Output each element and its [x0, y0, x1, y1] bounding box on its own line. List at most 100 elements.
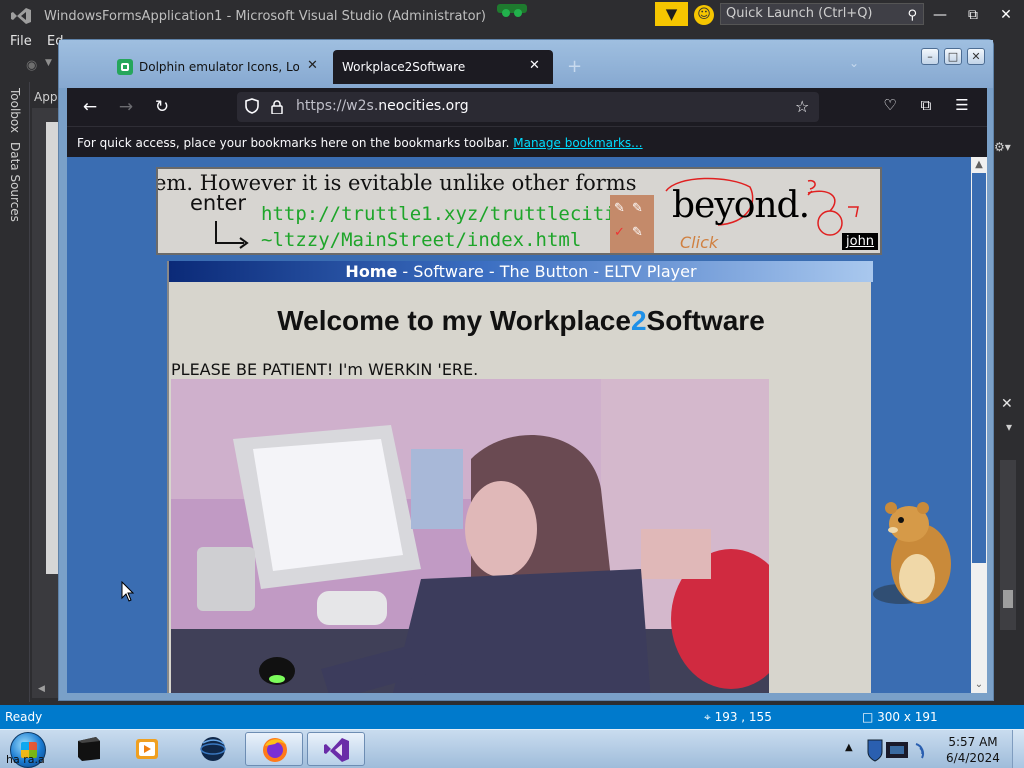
bookmarks-toolbar: For quick access, place your bookmarks h…: [67, 126, 987, 157]
black-window-app-icon: [78, 737, 100, 761]
tracking-protection-shield-icon[interactable]: [245, 98, 259, 114]
nav-the-button-link[interactable]: The Button: [500, 262, 588, 281]
taskbar-item-dark-globe-app[interactable]: [184, 732, 242, 766]
banner-arrow-icon: [215, 221, 249, 249]
brush-icon: ✎: [632, 201, 643, 216]
forward-button-icon[interactable]: →: [115, 96, 137, 118]
show-desktop-button[interactable]: [1012, 730, 1024, 768]
media-player-icon: [136, 739, 158, 759]
taskbar-item-black-window-app[interactable]: [60, 732, 118, 766]
tab-close-icon[interactable]: ✕: [529, 58, 540, 73]
reload-button-icon[interactable]: ↻: [151, 96, 173, 118]
ff-minimize-button[interactable]: –: [921, 48, 939, 65]
webcam-photo: [171, 379, 769, 693]
filter-feedback-icon[interactable]: ▼: [655, 2, 688, 26]
back-button-icon[interactable]: ←: [79, 96, 101, 118]
pen-icon: ✎: [614, 201, 625, 216]
page-viewport: em. However it is evitable unlike other …: [67, 157, 971, 693]
taskbar-item-media-player[interactable]: [120, 732, 178, 766]
taskbar-item-visual-studio[interactable]: [307, 732, 365, 766]
lock-icon[interactable]: [271, 100, 283, 114]
vs-status-bar: Ready ⌖ 193 , 155 □ 300 x 191: [0, 705, 1024, 729]
menu-file[interactable]: File: [10, 34, 32, 49]
page-scrollbar[interactable]: ▲ ⌄: [971, 157, 987, 693]
status-size-value: 300 x 191: [877, 710, 938, 724]
taskbar: ha ra.a ▲ 5:57 AM 6/4/2024: [0, 729, 1024, 768]
navigation-toolbar: ← → ↻ https://w2s.neocities.org ☆ ♡ ⧉ ☰: [67, 88, 987, 126]
dancing-hamster-gif: [873, 502, 951, 604]
bookmarks-message: For quick access, place your bookmarks h…: [77, 136, 643, 150]
scroll-left-arrow-icon[interactable]: ◀: [38, 684, 45, 694]
banner-john-link[interactable]: john: [842, 233, 879, 250]
bookmark-star-icon[interactable]: ☆: [795, 97, 809, 116]
quick-launch-placeholder: Quick Launch (Ctrl+Q): [726, 6, 873, 21]
pane-close-icon[interactable]: ✕: [1001, 396, 1013, 412]
nav-eltv-player-link[interactable]: ELTV Player: [604, 262, 696, 281]
extensions-puzzle-icon[interactable]: ⧉: [915, 96, 937, 114]
vs-restore-button[interactable]: ⧉: [963, 6, 983, 24]
status-ready: Ready: [5, 710, 43, 724]
bookmarks-message-text: For quick access, place your bookmarks h…: [77, 136, 510, 150]
dolphin-favicon-icon: [117, 59, 133, 75]
vs-minimize-button[interactable]: —: [930, 6, 950, 24]
ff-close-button[interactable]: ✕: [967, 48, 985, 65]
vs-titlebar[interactable]: WindowsFormsApplication1 - Microsoft Vis…: [0, 0, 1024, 32]
url-text[interactable]: https://w2s.neocities.org: [296, 98, 469, 114]
tab-close-icon[interactable]: ✕: [307, 58, 318, 73]
ff-maximize-button[interactable]: □: [944, 48, 962, 65]
status-cursor-position: ⌖ 193 , 155: [704, 710, 772, 724]
scroll-up-icon[interactable]: ▲: [971, 157, 987, 173]
pocket-icon[interactable]: ♡: [879, 96, 901, 114]
notification-icon[interactable]: [497, 4, 527, 18]
nav-software-link[interactable]: Software: [413, 262, 484, 281]
solution-explorer-gear-icon[interactable]: ⚙▾: [994, 140, 1011, 154]
patience-notice: PLEASE BE PATIENT! I'm WERKIN 'ERE.: [171, 360, 479, 379]
site-nav: Home - Software - The Button - ELTV Play…: [169, 261, 873, 282]
taskbar-item-firefox[interactable]: [245, 732, 303, 766]
dark-globe-icon: [200, 737, 226, 761]
start-label: ha ra.a: [6, 753, 45, 766]
show-hidden-icons-icon[interactable]: ▲: [845, 742, 853, 753]
list-all-tabs-icon[interactable]: ⌄: [849, 56, 859, 70]
visual-studio-logo-icon: [11, 8, 31, 24]
manage-bookmarks-link[interactable]: Manage bookmarks...: [513, 136, 642, 150]
scroll-down-icon[interactable]: ⌄: [971, 677, 987, 693]
page-scroll-thumb[interactable]: [972, 173, 986, 563]
quick-launch-input[interactable]: Quick Launch (Ctrl+Q) ⚲: [720, 3, 924, 25]
banner-url-line1[interactable]: http://truttle1.xyz/truttlecities/: [261, 203, 650, 225]
clock-time: 5:57 AM: [948, 735, 998, 749]
tab-label: Workplace2Software: [342, 60, 466, 74]
title-pre: Welcome to my Workplace: [277, 305, 631, 336]
vs-close-button[interactable]: ✕: [996, 6, 1016, 24]
properties-scroll-thumb[interactable]: [1003, 590, 1013, 608]
tab-label: Dolphin emulator Icons, Logos, Symbols: [139, 60, 299, 74]
toolbox-tab[interactable]: Toolbox: [8, 88, 22, 133]
search-icon[interactable]: ⚲: [907, 6, 917, 26]
new-tab-icon[interactable]: +: [567, 56, 582, 77]
nav-separator: -: [397, 262, 414, 281]
pane-dropdown-icon[interactable]: ▾: [1006, 420, 1012, 434]
clock-date: 6/4/2024: [946, 751, 1000, 765]
nav-home-link[interactable]: Home: [345, 262, 397, 281]
webring-banner[interactable]: em. However it is evitable unlike other …: [156, 167, 882, 255]
dropdown-icon[interactable]: ▼: [45, 58, 52, 68]
tool-icon: ✎: [632, 225, 643, 240]
tab-strip: Dolphin emulator Icons, Logos, Symbols ✕…: [59, 40, 993, 88]
back-nav-icon[interactable]: ◉: [26, 58, 37, 73]
tab-workplace2software[interactable]: Workplace2Software ✕: [333, 50, 553, 84]
start-button[interactable]: ha ra.a: [4, 731, 50, 768]
desktop: WindowsFormsApplication1 - Microsoft Vis…: [0, 0, 1024, 768]
url-prefix: https://w2s.: [296, 98, 379, 114]
mouse-pointer-icon: [121, 581, 135, 602]
taskbar-clock[interactable]: 5:57 AM 6/4/2024: [944, 734, 1002, 766]
banner-url-line2[interactable]: ~ltzzy/MainStreet/index.html: [261, 229, 581, 251]
tab-dolphin-emulator[interactable]: Dolphin emulator Icons, Logos, Symbols ✕: [110, 50, 328, 84]
url-bar[interactable]: https://w2s.neocities.org ☆: [237, 92, 819, 122]
editor-tab[interactable]: App: [34, 90, 57, 104]
banner-tools-image: ✎ ✎ ✓ ✎: [610, 195, 654, 253]
system-tray-icons[interactable]: [864, 736, 936, 764]
data-sources-tab[interactable]: Data Sources: [8, 142, 22, 222]
hamburger-menu-icon[interactable]: ☰: [951, 96, 973, 114]
feedback-smiley-icon[interactable]: ☺: [694, 5, 714, 25]
check-icon: ✓: [614, 225, 625, 240]
